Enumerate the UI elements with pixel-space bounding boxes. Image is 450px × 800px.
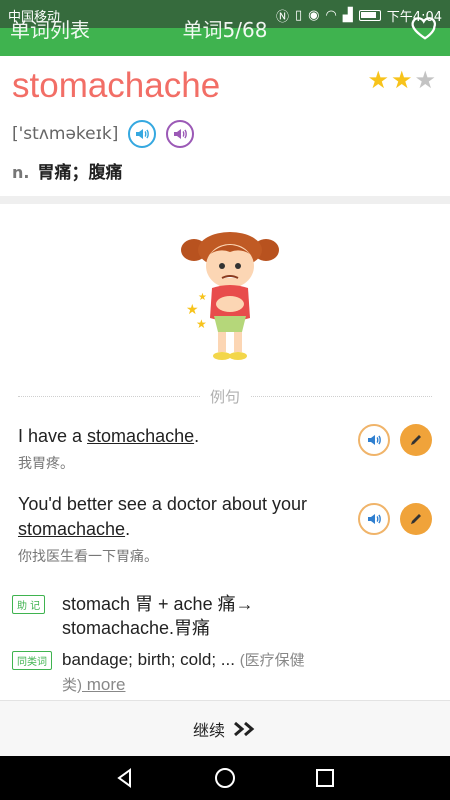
more-link[interactable]: more bbox=[82, 675, 126, 694]
pencil-icon bbox=[411, 435, 421, 445]
play-pronunciation-button[interactable] bbox=[128, 120, 157, 148]
star-filled-icon: ★ bbox=[367, 66, 389, 94]
difficulty-stars: ★ ★ ★ bbox=[367, 68, 436, 92]
example-english: You'd better see a doctor about your sto… bbox=[18, 494, 307, 539]
recents-icon[interactable] bbox=[312, 765, 338, 791]
example-keyword: stomachache bbox=[87, 426, 195, 446]
word-progress-title: 单词5/68 bbox=[182, 18, 268, 42]
continue-label: 继续 bbox=[192, 720, 225, 740]
pencil-icon bbox=[411, 514, 421, 524]
example-keyword: stomachache bbox=[18, 519, 126, 539]
example-english: I have a stomachache. bbox=[18, 426, 200, 446]
speaker-icon bbox=[368, 435, 381, 445]
star-empty-icon: ★ bbox=[414, 66, 436, 94]
memory-tag: 助 记 bbox=[12, 595, 46, 614]
edit-example-button[interactable] bbox=[400, 503, 432, 535]
star-filled-icon: ★ bbox=[390, 66, 413, 94]
similar-words-tag: 同类词 bbox=[12, 651, 52, 670]
stomachache-girl-illustration: ★ ★ ★ bbox=[181, 232, 279, 360]
definition-text: 胃痛；腹痛 bbox=[37, 163, 123, 183]
example-chinese: 我胃疼。 bbox=[18, 456, 74, 472]
system-nav-bar bbox=[0, 756, 450, 800]
example-actions bbox=[358, 503, 432, 535]
word-headword: stomachache bbox=[12, 66, 221, 105]
similar-words: bandage; birth; cold; ... (医疗保健 类) more bbox=[62, 650, 305, 694]
play-example-button[interactable] bbox=[358, 503, 390, 535]
speaker-purple-icon bbox=[174, 129, 188, 139]
example-chinese: 你找医生看一下胃痛。 bbox=[18, 549, 158, 565]
word-card: stomachache ★ ★ ★ ['stʌməkeɪk] n. 胃痛；腹痛 bbox=[0, 56, 450, 196]
part-of-speech: n. bbox=[12, 163, 30, 182]
svg-text:★: ★ bbox=[186, 302, 199, 318]
pronunciation-row: ['stʌməkeɪk] bbox=[12, 120, 195, 148]
memory-text: stomach 胃 + ache 痛→ stomachache.胃痛 bbox=[62, 594, 254, 638]
double-chevron-right-icon bbox=[234, 721, 255, 736]
play-pronunciation-alt-button[interactable] bbox=[166, 120, 195, 148]
phonetic-text: ['stʌməkeɪk] bbox=[12, 124, 119, 144]
svg-text:★: ★ bbox=[196, 317, 207, 331]
svg-text:★: ★ bbox=[198, 292, 207, 303]
speaker-blue-icon bbox=[136, 129, 150, 139]
edit-example-button[interactable] bbox=[400, 424, 432, 456]
section-divider bbox=[0, 196, 450, 204]
home-icon[interactable] bbox=[212, 765, 238, 791]
speaker-icon bbox=[368, 514, 381, 524]
examples-heading: 例句 bbox=[200, 386, 250, 407]
similar-category: (医疗保健 bbox=[239, 652, 305, 669]
continue-button[interactable]: 继续 bbox=[0, 700, 450, 756]
play-example-button[interactable] bbox=[358, 424, 390, 456]
top-bar: 中国移动 Ⓝ ▯ ◉ ◠ ▟ 下午4:04 单词列表 单词5/68 bbox=[0, 0, 450, 56]
example-actions bbox=[358, 424, 432, 456]
definition-row: n. 胃痛；腹痛 bbox=[12, 158, 122, 183]
heart-outline-icon[interactable] bbox=[410, 12, 440, 42]
back-icon[interactable] bbox=[112, 765, 138, 791]
